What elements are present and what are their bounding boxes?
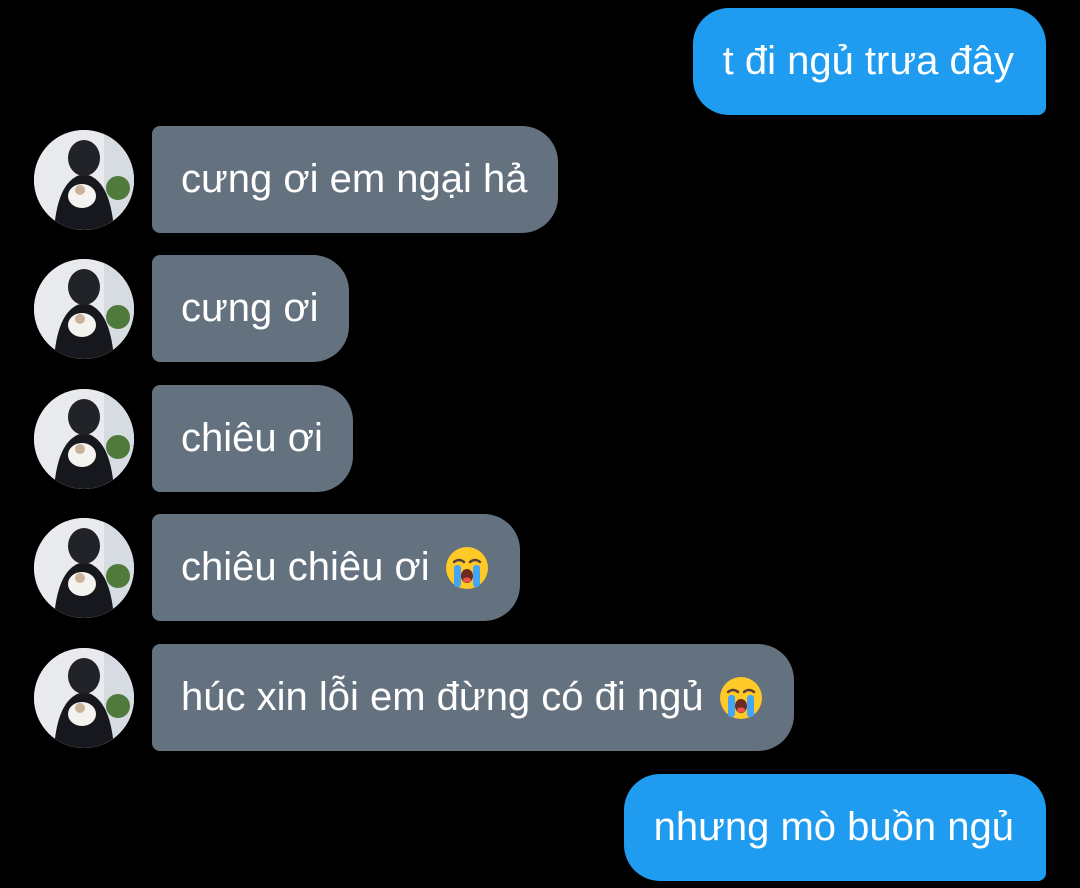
message-text: t đi ngủ trưa đây <box>722 39 1014 83</box>
message-bubble-received[interactable]: húc xin lỗi em đừng có đi ngủ <box>152 644 794 751</box>
loudly-crying-face-icon <box>718 675 764 721</box>
message-text: cưng ơi em ngại hả <box>181 157 528 201</box>
contact-avatar-icon[interactable] <box>34 389 134 489</box>
message-text: cưng ơi <box>181 286 319 330</box>
message-text: chiêu chiêu ơi <box>181 545 430 589</box>
message-bubble-sent[interactable]: nhưng mò buồn ngủ <box>623 774 1046 881</box>
contact-avatar-icon[interactable] <box>34 259 134 359</box>
message-bubble-received[interactable]: chiêu chiêu ơi <box>152 514 520 621</box>
message-text: húc xin lỗi em đừng có đi ngủ <box>181 675 704 719</box>
message-bubble-received[interactable]: cưng ơi <box>152 255 349 362</box>
message-text: chiêu ơi <box>181 416 323 460</box>
message-bubble-received[interactable]: cưng ơi em ngại hả <box>152 126 558 233</box>
contact-avatar-icon[interactable] <box>34 518 134 618</box>
contact-avatar-icon[interactable] <box>34 130 134 230</box>
message-bubble-sent[interactable]: t đi ngủ trưa đây <box>692 8 1046 115</box>
loudly-crying-face-icon <box>444 545 490 591</box>
message-text: nhưng mò buồn ngủ <box>653 805 1014 849</box>
contact-avatar-icon[interactable] <box>34 648 134 748</box>
message-bubble-received[interactable]: chiêu ơi <box>152 385 353 492</box>
